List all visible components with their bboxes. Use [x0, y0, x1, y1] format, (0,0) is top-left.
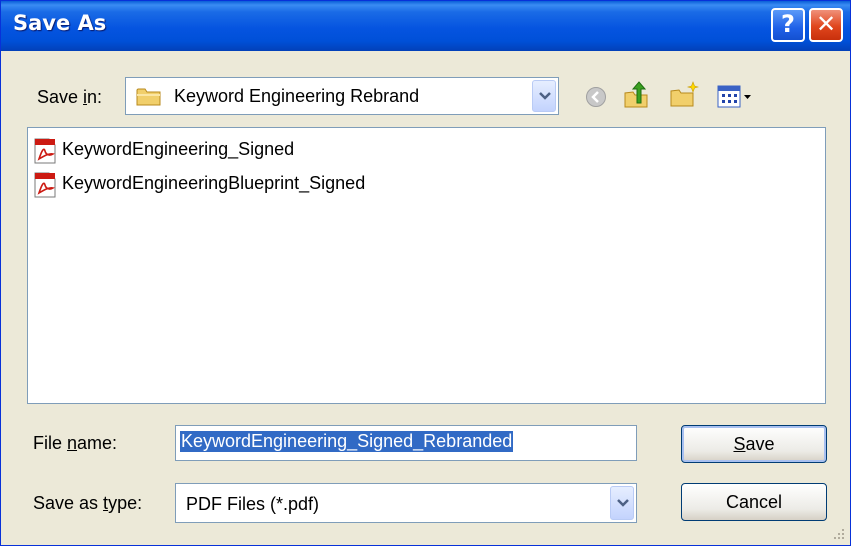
save-as-dialog: Save As ? ✕ Save in: Keyword Engineering…	[0, 0, 851, 546]
file-name-input[interactable]: KeywordEngineering_Signed_Rebranded	[175, 425, 637, 461]
up-folder-icon[interactable]	[623, 81, 651, 109]
back-icon[interactable]	[585, 86, 607, 108]
close-icon: ✕	[815, 10, 837, 38]
pdf-icon	[34, 138, 56, 164]
save-in-dropdown[interactable]: Keyword Engineering Rebrand	[125, 77, 559, 115]
save-as-type-value: PDF Files (*.pdf)	[186, 494, 320, 514]
title-bar[interactable]: Save As ? ✕	[1, 1, 850, 51]
folder-icon	[136, 88, 161, 106]
save-in-folder-name: Keyword Engineering Rebrand	[174, 86, 420, 106]
save-as-type-dropdown-button[interactable]	[610, 486, 634, 520]
help-button[interactable]: ?	[771, 8, 805, 42]
file-name-value: KeywordEngineering_Signed_Rebranded	[180, 431, 514, 452]
chevron-down-icon	[539, 92, 551, 100]
save-button[interactable]: Save	[681, 425, 827, 463]
chevron-down-icon	[617, 499, 629, 507]
save-in-dropdown-button[interactable]	[532, 80, 556, 112]
file-list[interactable]: KeywordEngineering_Signed KeywordEnginee…	[27, 127, 826, 404]
save-as-type-label: Save as type:	[33, 493, 143, 513]
views-menu-icon[interactable]	[717, 85, 755, 109]
resize-grip-icon[interactable]	[832, 527, 846, 541]
save-in-label: Save in:	[37, 87, 103, 107]
file-name-label: File name:	[33, 433, 118, 453]
file-name: KeywordEngineering_Signed	[62, 139, 295, 159]
close-button[interactable]: ✕	[809, 8, 843, 42]
new-folder-icon[interactable]	[669, 81, 699, 109]
window-title: Save As	[13, 11, 107, 35]
help-icon: ?	[781, 10, 795, 38]
file-name: KeywordEngineeringBlueprint_Signed	[62, 173, 366, 193]
cancel-button[interactable]: Cancel	[681, 483, 827, 521]
pdf-icon	[34, 172, 56, 198]
save-as-type-dropdown[interactable]: PDF Files (*.pdf)	[175, 483, 637, 523]
